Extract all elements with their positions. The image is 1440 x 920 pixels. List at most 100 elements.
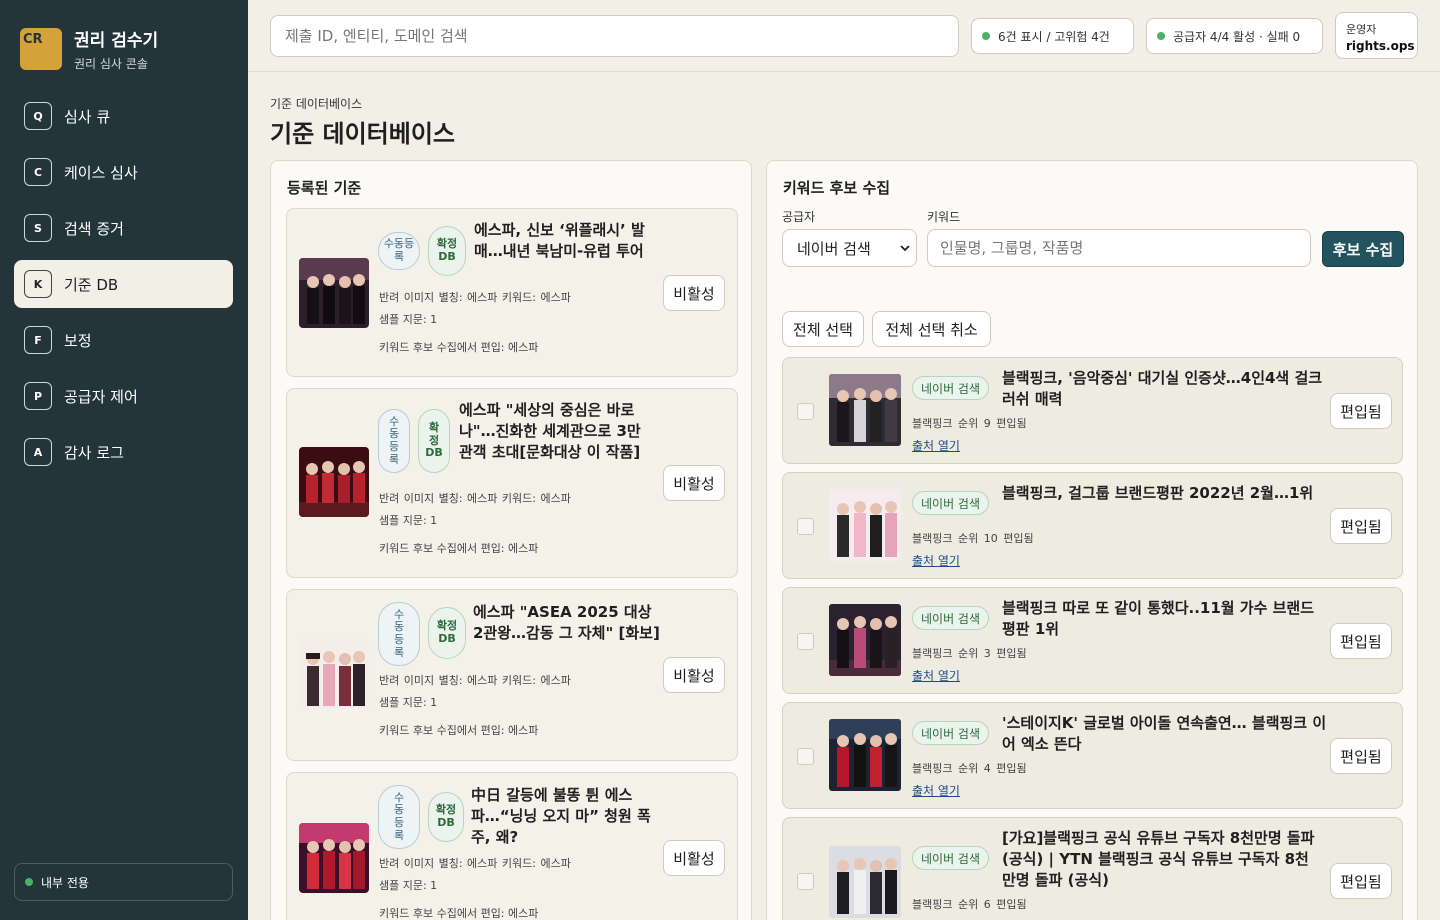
nav-label: 공급자 제어 [64, 387, 138, 406]
nav-item-case-review[interactable]: C 케이스 심사 [14, 148, 233, 196]
nav-item-search-evidence[interactable]: S 검색 증거 [14, 204, 233, 252]
source-badge: 네이버 검색 [912, 606, 990, 630]
nav-key-icon: A [24, 438, 52, 466]
nav-key-icon: Q [24, 102, 52, 130]
candidate-card: 네이버 검색 '스테이지K' 글로벌 아이돌 연속출연… 블랙핑크 이어 엑소 … [782, 702, 1403, 809]
status-provider-text: 공급자 4/4 활성 · 실패 0 [1173, 29, 1301, 44]
sidebar: CR 권리 검수기 권리 심사 콘솔 Q 심사 큐 C 케이스 심사 S 검색 증거 … [0, 0, 248, 920]
keyword-input[interactable] [927, 229, 1311, 267]
keyword-label: 키워드 [927, 210, 961, 224]
operator-role: 운영자 [1346, 23, 1377, 36]
reference-card: 수동등록 확정DB 에스파 "세상의 중심은 바로 나"…진화한 세계관으로 3… [286, 388, 738, 578]
candidate-card: 네이버 검색 [가요]블랙핑크 공식 유튜브 구독자 8천만명 돌파 (공식) … [782, 817, 1403, 920]
reference-note: 키워드 후보 수집에서 편입: 에스파 [379, 542, 539, 555]
reference-meta: 반려 이미지 별칭: 에스파 키워드: 에스파 [379, 492, 571, 505]
search-input[interactable] [270, 15, 959, 57]
reference-thumbnail [299, 447, 369, 517]
deactivate-button[interactable]: 비활성 [663, 275, 725, 311]
open-source-link[interactable]: 출처 열기 [912, 782, 960, 799]
nav-label: 감사 로그 [64, 443, 124, 462]
source-badge: 네이버 검색 [912, 846, 990, 870]
nav-item-provider-control[interactable]: P 공급자 제어 [14, 372, 233, 420]
candidate-meta: 블랙핑크 순위 9 편입됨 [912, 417, 1027, 430]
reference-thumbnail [299, 639, 369, 709]
confirmed-db-badge: 확정DB [428, 226, 466, 276]
nav-label: 보정 [64, 331, 92, 350]
breadcrumb: 기준 데이터베이스 [270, 97, 363, 111]
status-dot-icon [1157, 32, 1165, 40]
sidebar-nav: Q 심사 큐 C 케이스 심사 S 검색 증거 K 기준 DB F 보정 P 공급자 제어 … [14, 92, 233, 484]
status-dot-icon [982, 32, 990, 40]
operator-name: rights.ops [1346, 39, 1415, 53]
nav-item-reference-db[interactable]: K 기준 DB [14, 260, 233, 308]
status-provider-badge: 공급자 4/4 활성 · 실패 0 [1146, 18, 1323, 54]
topbar: 6건 표시 / 고위험 4건 공급자 4/4 활성 · 실패 0 운영자 rig… [248, 0, 1440, 72]
confirmed-db-badge: 확정DB [428, 607, 466, 659]
panel-title: 키워드 후보 수집 [783, 179, 891, 197]
page-title: 기준 데이터베이스 [270, 120, 455, 148]
select-all-button[interactable]: 전체 선택 [782, 311, 864, 347]
deactivate-button[interactable]: 비활성 [663, 465, 725, 501]
included-button[interactable]: 편입됨 [1330, 863, 1392, 899]
panel-title: 등록된 기준 [287, 179, 362, 197]
candidate-checkbox[interactable] [797, 873, 814, 890]
nav-item-audit-log[interactable]: A 감사 로그 [14, 428, 233, 476]
reference-sample: 샘플 지문: 1 [379, 696, 438, 709]
deselect-all-button[interactable]: 전체 선택 취소 [872, 311, 991, 347]
nav-key-icon: P [24, 382, 52, 410]
internal-only-badge: 내부 전용 [14, 863, 233, 901]
nav-label: 검색 증거 [64, 219, 124, 238]
brand-subtitle: 권리 심사 콘솔 [74, 57, 148, 71]
reference-title: 中日 갈등에 불똥 튄 에스파…“닝닝 오지 마” 청원 폭주, 왜? [471, 786, 651, 846]
reference-thumbnail [299, 823, 369, 893]
included-button[interactable]: 편입됨 [1330, 508, 1392, 544]
candidate-checkbox[interactable] [797, 403, 814, 420]
status-display-text: 6건 표시 / 고위험 4건 [998, 29, 1110, 44]
nav-item-calibration[interactable]: F 보정 [14, 316, 233, 364]
source-badge: 네이버 검색 [912, 721, 990, 745]
nav-item-review-queue[interactable]: Q 심사 큐 [14, 92, 233, 140]
candidate-title: [가요]블랙핑크 공식 유튜브 구독자 8천만명 돌파 (공식) | YTN 블… [1002, 829, 1315, 889]
status-dot-icon [25, 878, 33, 886]
keyword-collect-panel: 키워드 후보 수집 공급자 키워드 네이버 검색 후보 수집 전체 선택 전체 … [766, 160, 1418, 920]
reference-note: 키워드 후보 수집에서 편입: 에스파 [379, 341, 539, 354]
candidate-thumbnail [829, 719, 901, 791]
candidate-meta: 블랙핑크 순위 6 편입됨 [912, 898, 1027, 911]
registered-references-panel: 등록된 기준 수동등록 확정DB 에스파, 신보 ‘위플래시’ 발매…내년 북남… [270, 160, 752, 920]
nav-key-icon: S [24, 214, 52, 242]
reference-thumbnail [299, 258, 369, 328]
included-button[interactable]: 편입됨 [1330, 623, 1392, 659]
reference-note: 키워드 후보 수집에서 편입: 에스파 [379, 907, 539, 920]
reference-card: 수동등록 확정DB 中日 갈등에 불똥 튄 에스파…“닝닝 오지 마” 청원 폭… [286, 772, 738, 920]
open-source-link[interactable]: 출처 열기 [912, 552, 960, 569]
reference-sample: 샘플 지문: 1 [379, 313, 438, 326]
manual-registration-badge: 수동등록 [378, 232, 420, 270]
included-button[interactable]: 편입됨 [1330, 393, 1392, 429]
candidate-thumbnail [829, 489, 901, 561]
nav-label: 심사 큐 [64, 107, 111, 126]
nav-label: 기준 DB [64, 275, 119, 294]
candidate-thumbnail [829, 604, 901, 676]
open-source-link[interactable]: 출처 열기 [912, 667, 960, 684]
reference-sample: 샘플 지문: 1 [379, 879, 438, 892]
deactivate-button[interactable]: 비활성 [663, 840, 725, 876]
candidate-checkbox[interactable] [797, 518, 814, 535]
candidate-card: 네이버 검색 블랙핑크 따로 또 같이 통했다..11월 가수 브랜드평판 1위… [782, 587, 1403, 694]
candidate-meta: 블랙핑크 순위 3 편입됨 [912, 647, 1027, 660]
candidate-card: 네이버 검색 블랙핑크, 걸그룹 브랜드평판 2022년 2월…1위 블랙핑크 … [782, 472, 1403, 579]
reference-meta: 반려 이미지 별칭: 에스파 키워드: 에스파 [379, 857, 571, 870]
provider-select[interactable]: 네이버 검색 [782, 229, 917, 267]
candidate-checkbox[interactable] [797, 748, 814, 765]
reference-meta: 반려 이미지 별칭: 에스파 키워드: 에스파 [379, 291, 571, 304]
collect-candidates-button[interactable]: 후보 수집 [1322, 231, 1404, 267]
deactivate-button[interactable]: 비활성 [663, 657, 725, 693]
provider-label: 공급자 [782, 210, 816, 224]
included-button[interactable]: 편입됨 [1330, 738, 1392, 774]
candidate-checkbox[interactable] [797, 633, 814, 650]
candidate-meta: 블랙핑크 순위 4 편입됨 [912, 762, 1027, 775]
operator-menu[interactable]: 운영자 rights.ops [1335, 12, 1418, 59]
open-source-link[interactable]: 출처 열기 [912, 437, 960, 454]
source-badge: 네이버 검색 [912, 376, 990, 400]
chevron-down-icon [900, 245, 910, 252]
candidate-title: '스테이지K' 글로벌 아이돌 연속출연… 블랙핑크 이어 엑소 뜬다 [1002, 714, 1327, 753]
